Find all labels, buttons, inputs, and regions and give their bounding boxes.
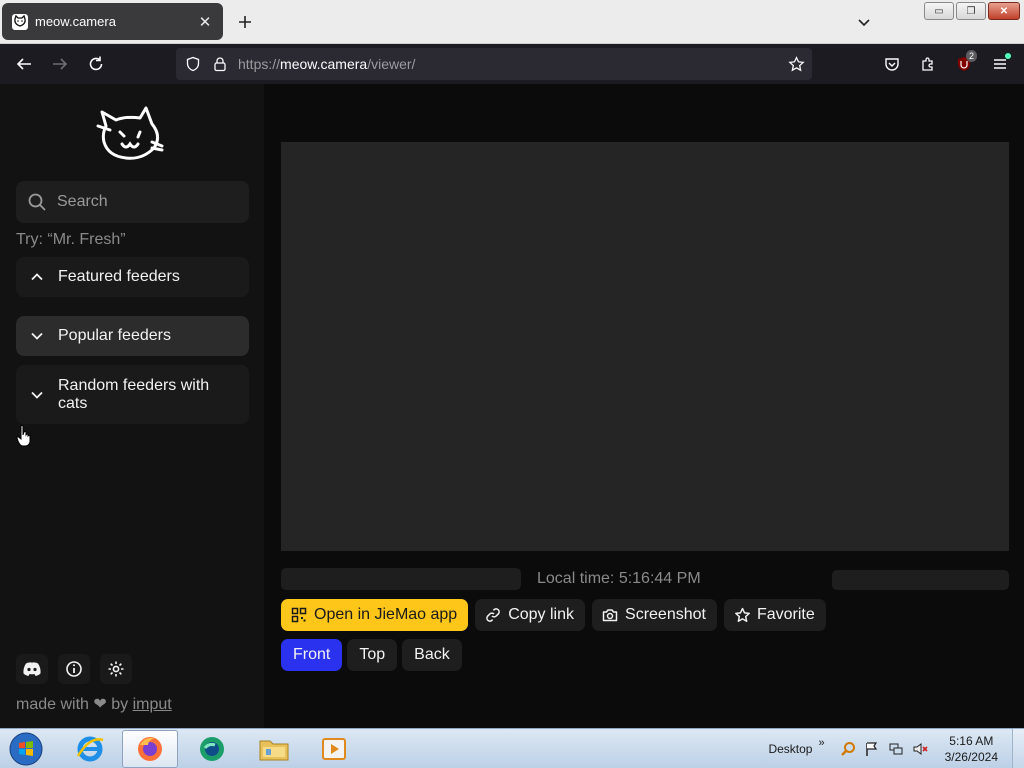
chevron-down-icon	[30, 329, 44, 343]
desktop-toolbar-label[interactable]: Desktop	[768, 742, 812, 756]
sidebar-footer-icons	[16, 654, 132, 684]
made-with-credit: made with ❤ by imput	[16, 694, 172, 714]
clock-date: 3/26/2024	[944, 750, 998, 764]
show-desktop-button[interactable]	[1012, 729, 1024, 768]
discord-icon[interactable]	[16, 654, 48, 684]
chevron-down-icon	[30, 388, 44, 402]
open-in-app-button[interactable]: Open in JieMao app	[281, 599, 469, 631]
ublock-extension-icon[interactable]: 2	[951, 50, 977, 77]
search-box[interactable]	[16, 181, 264, 223]
section-label: Popular feeders	[58, 327, 171, 344]
system-tray: Desktop » 5:16 AM 3/26/2024	[768, 729, 1024, 768]
edge-app-icon[interactable]	[184, 730, 240, 768]
tracking-protection-shield-icon[interactable]	[184, 55, 202, 73]
favorite-label: Favorite	[756, 606, 815, 623]
info-icon[interactable]	[58, 654, 90, 684]
close-window-button[interactable]: ✕	[988, 2, 1020, 20]
feeder-status-placeholder	[832, 570, 1009, 590]
qr-code-icon	[291, 607, 307, 623]
chevron-up-icon	[30, 270, 44, 284]
taskbar-clock[interactable]: 5:16 AM 3/26/2024	[945, 733, 998, 765]
hand-cursor-icon	[16, 424, 32, 448]
screenshot-button[interactable]: Screenshot	[592, 599, 717, 631]
section-popular-feeders[interactable]: Popular feeders	[16, 316, 249, 356]
browser-tab[interactable]: meow.camera ✕	[2, 3, 223, 40]
open-in-app-label: Open in JieMao app	[314, 606, 458, 623]
list-all-tabs-chevron-icon[interactable]	[852, 10, 876, 34]
network-icon[interactable]	[887, 740, 905, 758]
author-link[interactable]: imput	[133, 696, 172, 713]
view-front-button[interactable]: Front	[281, 639, 343, 671]
cat-favicon-icon	[11, 13, 28, 30]
file-explorer-icon[interactable]	[246, 730, 302, 768]
star-icon	[734, 607, 750, 623]
back-arrow-icon[interactable]	[11, 51, 37, 77]
section-random-feeders[interactable]: Random feeders with cats	[16, 365, 249, 424]
bookmark-star-icon[interactable]	[787, 55, 805, 73]
search-hint: Try: “Mr. Fresh”	[16, 231, 126, 248]
search-tray-icon[interactable]	[839, 740, 857, 758]
update-dot	[1005, 53, 1011, 59]
search-icon	[27, 192, 47, 212]
action-center-flag-icon[interactable]	[863, 740, 881, 758]
screenshot-label: Screenshot	[625, 606, 706, 623]
minimize-button[interactable]: ▭	[924, 2, 954, 20]
reload-icon[interactable]	[83, 51, 109, 77]
copy-link-label: Copy link	[508, 606, 575, 623]
lock-icon[interactable]	[211, 55, 229, 73]
url-scheme: https://	[238, 56, 281, 72]
copy-link-button[interactable]: Copy link	[475, 599, 586, 631]
forward-arrow-icon[interactable]	[47, 51, 73, 77]
made-with-text: made with	[16, 696, 89, 713]
by-text: by	[111, 696, 129, 713]
tab-title: meow.camera	[35, 14, 116, 29]
section-featured-feeders[interactable]: Featured feeders	[16, 257, 249, 297]
window-controls: ▭ ❐ ✕	[924, 2, 1020, 20]
section-label: Featured feeders	[58, 268, 180, 285]
url-path: /viewer/	[367, 56, 416, 72]
camera-video-player[interactable]	[281, 142, 1009, 551]
browser-tab-bar: meow.camera ✕ ▭ ❐ ✕	[0, 0, 1024, 44]
favorite-button[interactable]: Favorite	[723, 599, 826, 631]
meow-camera-logo[interactable]	[96, 102, 168, 164]
heart-icon: ❤	[93, 696, 107, 713]
extension-badge-count: 2	[965, 50, 977, 62]
view-back-button[interactable]: Back	[402, 639, 462, 671]
windows-taskbar: Desktop » 5:16 AM 3/26/2024	[0, 728, 1024, 768]
clock-time: 5:16 AM	[949, 734, 994, 748]
start-orb-icon[interactable]	[6, 730, 46, 768]
browser-nav-bar: https://meow.camera/viewer/ 2	[0, 44, 1024, 84]
app-menu-hamburger-icon[interactable]	[987, 51, 1013, 77]
toolbar-overflow-icon[interactable]: »	[818, 737, 824, 749]
camera-view-toggle: Front Top Back	[281, 639, 462, 671]
local-time: Local time: 5:16:44 PM	[537, 570, 701, 587]
pocket-icon[interactable]	[879, 51, 905, 77]
internet-explorer-icon[interactable]	[62, 730, 118, 768]
firefox-taskbar-icon[interactable]	[122, 730, 178, 768]
view-top-button[interactable]: Top	[347, 639, 398, 671]
volume-muted-icon[interactable]	[911, 740, 929, 758]
settings-gear-icon[interactable]	[100, 654, 132, 684]
maximize-button[interactable]: ❐	[956, 2, 986, 20]
url-domain: meow.camera	[280, 56, 368, 72]
extensions-puzzle-icon[interactable]	[915, 51, 941, 77]
search-input[interactable]	[57, 193, 264, 211]
section-label: Random feeders with cats	[58, 376, 210, 412]
link-icon	[485, 607, 501, 623]
camera-icon	[602, 607, 618, 623]
tab-close-icon[interactable]: ✕	[193, 10, 217, 34]
media-player-icon[interactable]	[306, 730, 362, 768]
action-buttons: Open in JieMao app Copy link Screenshot …	[281, 599, 826, 631]
url-text[interactable]: https://meow.camera/viewer/	[238, 56, 415, 72]
url-bar[interactable]: https://meow.camera/viewer/	[176, 48, 812, 80]
new-tab-button[interactable]	[232, 9, 258, 35]
main-viewer: Local time: 5:16:44 PM Open in JieMao ap…	[264, 84, 1024, 728]
sidebar: Try: “Mr. Fresh” Featured feeders Popula…	[0, 84, 264, 728]
feeder-name-placeholder	[281, 568, 521, 590]
